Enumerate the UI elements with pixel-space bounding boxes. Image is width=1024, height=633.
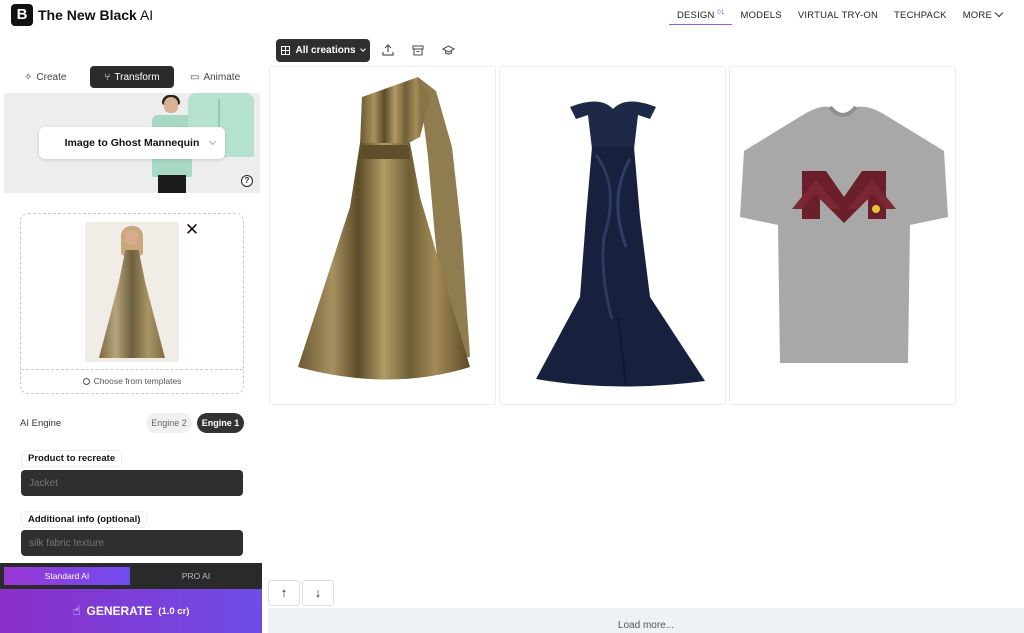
top-bar: B The New Black AI DESIGN 01 MODELS VIRT… [0, 0, 1024, 32]
navy-gown-image [536, 101, 705, 387]
gallery-item[interactable] [269, 66, 496, 405]
nav-virtual-try-on[interactable]: VIRTUAL TRY-ON [790, 10, 886, 25]
nav-models[interactable]: MODELS [732, 10, 789, 25]
mode-tabs: ✧ Create ⑂ Transform ▭ Animate [14, 66, 254, 90]
brand-name[interactable]: The New Black AI [38, 7, 153, 23]
nav-techpack[interactable]: TECHPACK [886, 10, 955, 25]
pro-ai-button[interactable]: PRO AI [134, 567, 258, 585]
uploaded-image-thumbnail [85, 222, 179, 362]
gallery-item[interactable] [499, 66, 726, 405]
upload-area[interactable]: ✕ Choose from templates [20, 213, 244, 394]
left-panel: ✧ Create ⑂ Transform ▭ Animate Image to Gho… [0, 62, 266, 633]
choose-templates-link[interactable]: Choose from templates [21, 376, 243, 386]
tab-animate-label: Animate [203, 71, 241, 83]
scroll-down-button[interactable]: ↓ [302, 580, 334, 606]
ai-tier-toggle: Standard AI PRO AI [0, 563, 262, 589]
brand-suffix: AI [136, 7, 154, 23]
ai-engine-label: AI Engine [20, 418, 62, 429]
help-icon[interactable]: ? [241, 175, 253, 187]
brand-name-text: The New Black [38, 7, 137, 23]
grid-icon [281, 46, 291, 55]
choose-templates-label: Choose from templates [93, 376, 182, 386]
main-nav: DESIGN 01 MODELS VIRTUAL TRY-ON TECHPACK… [668, 8, 1010, 26]
nav-design-label: DESIGN [676, 10, 715, 22]
load-more-button[interactable]: Load more... [268, 608, 1024, 633]
all-creations-label: All creations [295, 45, 356, 56]
generate-button[interactable]: ☝ GENERATE (1.0 cr) [0, 589, 262, 633]
product-input[interactable] [21, 470, 243, 496]
standard-ai-button[interactable]: Standard AI [4, 567, 130, 585]
nav-more-label: MORE [962, 10, 992, 21]
nav-design[interactable]: DESIGN 01 [668, 10, 733, 26]
sparkle-icon: ✧ [24, 71, 33, 83]
gold-gown-image [298, 77, 470, 380]
chevron-down-icon [208, 137, 217, 146]
upload-icon[interactable] [381, 44, 395, 58]
generate-cost: (1.0 cr) [158, 605, 190, 617]
preset-select[interactable]: Image to Ghost Mannequin [39, 127, 225, 159]
brand-logo[interactable]: B [11, 4, 33, 26]
chevron-down-icon [994, 8, 1004, 18]
search-icon [82, 378, 90, 385]
tab-transform[interactable]: ⑂ Transform [90, 66, 174, 88]
generate-label: GENERATE [86, 604, 153, 618]
upload-divider [21, 369, 243, 370]
tab-animate[interactable]: ▭ Animate [190, 66, 240, 88]
video-icon: ▭ [190, 71, 200, 83]
tab-create[interactable]: ✧ Create [24, 66, 66, 88]
close-icon[interactable]: ✕ [184, 221, 200, 238]
scroll-up-button[interactable]: ↑ [268, 580, 300, 606]
gallery-item[interactable] [729, 66, 956, 405]
fork-icon: ⑂ [104, 71, 111, 83]
additional-info-input[interactable] [21, 530, 243, 556]
preset-card[interactable]: Image to Ghost Mannequin ? [4, 93, 260, 193]
archive-icon[interactable] [411, 44, 425, 58]
nav-more[interactable]: MORE [955, 8, 1010, 25]
tab-transform-label: Transform [114, 71, 160, 83]
chevron-down-icon [359, 45, 366, 52]
nav-design-badge: 01 [717, 10, 725, 16]
additional-info-label: Additional info (optional) [22, 512, 147, 527]
tab-create-label: Create [36, 71, 67, 83]
engine-1-button[interactable]: Engine 1 [197, 413, 244, 433]
pointer-hand-icon: ☝ [72, 603, 81, 618]
preset-select-label: Image to Ghost Mannequin [64, 137, 200, 149]
tshirt-image [740, 105, 948, 363]
product-label: Product to recreate [22, 451, 122, 466]
engine-2-button[interactable]: Engine 2 [146, 413, 192, 433]
graduation-cap-icon[interactable] [441, 44, 455, 58]
all-creations-dropdown[interactable]: All creations [276, 39, 370, 62]
